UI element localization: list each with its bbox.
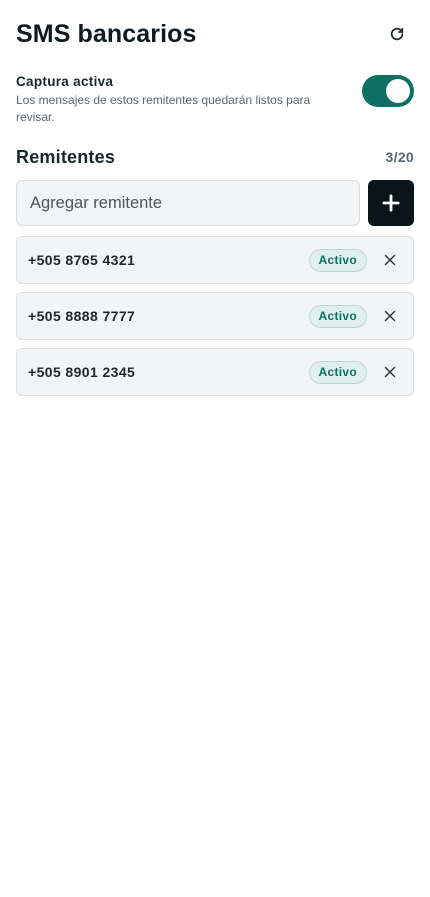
close-icon (384, 366, 396, 378)
capture-text: Captura activa Los mensajes de estos rem… (16, 74, 346, 126)
sender-item: +505 8888 7777 Activo (16, 292, 414, 340)
sender-number: +505 8901 2345 (28, 364, 136, 380)
sender-item: +505 8901 2345 Activo (16, 348, 414, 396)
remove-sender-button[interactable] (377, 247, 403, 273)
senders-title: Remitentes (16, 146, 116, 167)
plus-icon (382, 194, 400, 212)
sender-number: +505 8765 4321 (28, 252, 136, 268)
sender-item: +505 8765 4321 Activo (16, 236, 414, 284)
toggle-knob (386, 79, 410, 103)
capture-description: Los mensajes de estos remitentes quedará… (16, 93, 311, 124)
status-badge: Activo (308, 360, 367, 384)
add-sender-input[interactable] (16, 180, 360, 226)
senders-section-header: Remitentes 3/20 (16, 146, 414, 168)
screen: SMS bancarios Captura activa Los mensaje… (0, 0, 430, 897)
refresh-button[interactable] (382, 19, 412, 49)
close-icon (384, 310, 396, 322)
header: SMS bancarios (16, 0, 414, 68)
page-title: SMS bancarios (16, 19, 197, 48)
close-icon (384, 254, 396, 266)
refresh-icon (390, 27, 404, 41)
senders-count: 3/20 (385, 149, 414, 165)
status-badge: Activo (308, 248, 367, 272)
capture-toggle[interactable] (362, 75, 414, 107)
capture-title: Captura activa (16, 74, 114, 89)
add-sender-button[interactable] (368, 180, 414, 226)
capture-row: Captura activa Los mensajes de estos rem… (16, 74, 414, 126)
sender-number: +505 8888 7777 (28, 308, 136, 324)
sender-list: +505 8765 4321 Activo +505 8888 7777 Act… (16, 236, 414, 396)
status-badge: Activo (308, 304, 367, 328)
add-sender-row (16, 180, 414, 226)
remove-sender-button[interactable] (377, 303, 403, 329)
remove-sender-button[interactable] (377, 359, 403, 385)
